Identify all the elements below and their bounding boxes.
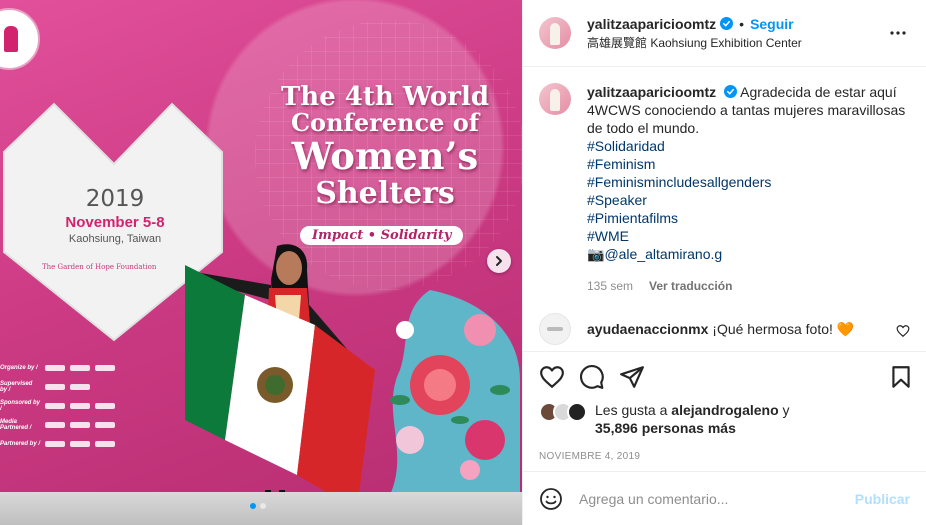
event-city: Kaohsiung, Taiwan	[68, 233, 162, 245]
more-options-button[interactable]	[886, 21, 910, 45]
title-line-4: Shelters	[315, 175, 455, 211]
camera-emoji: 📷	[587, 246, 605, 262]
hashtag-link[interactable]: #Feminism	[587, 155, 907, 173]
caption-meta: 135 sem Ver traducción	[587, 277, 907, 295]
translate-button[interactable]: Ver traducción	[649, 277, 732, 295]
carousel-next-button[interactable]	[487, 249, 511, 273]
sponsor-row: Organize by /	[0, 358, 180, 377]
hashtag-link[interactable]: #Speaker	[587, 191, 907, 209]
author-username[interactable]: yalitzaaparicioomtz	[587, 16, 716, 32]
post-sidebar: yalitzaaparicioomtz • Seguir 高雄展覽館 Kaohs…	[522, 0, 926, 525]
woman-with-flag	[185, 244, 375, 510]
sponsor-row: Partnered by /	[0, 434, 180, 453]
likes-count[interactable]: 35,896 personas más	[595, 420, 736, 436]
sponsor-label: Supervised by /	[0, 380, 33, 393]
sponsor-list: Organize by / Supervised by / Sponsored …	[0, 358, 180, 453]
sponsor-row: Media Partnered /	[0, 415, 180, 434]
separator: •	[739, 15, 745, 32]
event-info: 2019 November 5-8 Kaohsiung, Taiwan	[40, 186, 190, 245]
verified-badge-icon	[720, 17, 734, 30]
comment-like-heart-icon[interactable]	[896, 324, 910, 338]
foundation-name: The Garden of Hope Foundation	[42, 263, 157, 271]
likes-summary: Les gusta a alejandrogaleno y 35,896 per…	[523, 401, 926, 441]
caption-avatar[interactable]	[539, 83, 571, 115]
sponsor-label: Media Partnered /	[0, 418, 32, 431]
hashtag-link[interactable]: #Solidaridad	[587, 137, 907, 155]
author-info: yalitzaaparicioomtz • Seguir 高雄展覽館 Kaohs…	[587, 16, 886, 51]
orange-heart-emoji: 🧡	[836, 320, 855, 337]
comment-text: ¡Qué hermosa foto!	[712, 320, 833, 337]
event-year: 2019	[85, 186, 145, 212]
sponsor-label: Organize by /	[0, 364, 38, 371]
comment-item: ayudaenaccionmx ¡Qué hermosa foto! 🧡	[539, 313, 910, 345]
likes-prefix: Les gusta a	[595, 402, 668, 418]
title-line-3: Women’s	[291, 133, 479, 178]
floral-illustration	[390, 290, 520, 495]
emoji-picker-icon[interactable]	[539, 487, 563, 511]
conference-title: The 4th World Conference of Women’s Shel…	[260, 84, 510, 209]
likes-text: Les gusta a alejandrogaleno y 35,896 per…	[595, 401, 790, 437]
save-bookmark-icon[interactable]	[888, 364, 914, 390]
share-paper-plane-icon[interactable]	[619, 364, 645, 390]
hashtag-link[interactable]: #WME	[587, 227, 907, 245]
chevron-right-icon	[496, 256, 502, 266]
hashtag-link[interactable]: #Feminismincludesallgenders	[587, 173, 907, 191]
add-comment-bar: Publicar	[523, 471, 926, 525]
comment-input[interactable]	[579, 490, 855, 507]
title-line-2: Conference of	[290, 107, 480, 137]
more-horizontal-icon	[890, 31, 906, 35]
sponsor-row: Supervised by /	[0, 377, 180, 396]
publish-button[interactable]: Publicar	[855, 491, 910, 507]
event-dates: November 5-8	[65, 214, 165, 231]
hashtag-link[interactable]: #Pimientafilms	[587, 209, 907, 227]
mention-link[interactable]: @ale_altamirano.g	[604, 246, 722, 262]
commenter-username[interactable]: ayudaenaccionmx	[587, 321, 708, 337]
post-image[interactable]: 2019 November 5-8 Kaohsiung, Taiwan The …	[0, 0, 522, 525]
liker-username[interactable]: alejandrogaleno	[671, 402, 778, 418]
carousel-dot-active	[250, 503, 256, 509]
carousel-dot	[260, 503, 266, 509]
action-bar	[523, 351, 926, 401]
follow-button[interactable]: Seguir	[750, 16, 794, 32]
caption-username[interactable]: yalitzaaparicioomtz	[587, 84, 716, 100]
author-avatar[interactable]	[539, 17, 571, 49]
instagram-post-view: 2019 November 5-8 Kaohsiung, Taiwan The …	[0, 0, 926, 525]
post-header: yalitzaaparicioomtz • Seguir 高雄展覽館 Kaohs…	[523, 0, 926, 67]
post-location[interactable]: 高雄展覽館 Kaohsiung Exhibition Center	[587, 34, 886, 51]
commenter-avatar[interactable]	[539, 313, 571, 345]
verified-badge-icon	[724, 85, 738, 98]
post-age: 135 sem	[587, 279, 634, 293]
post-caption: yalitzaaparicioomtz Agradecida de estar …	[539, 83, 910, 295]
sponsor-label: Sponsored by /	[0, 399, 41, 412]
like-heart-icon[interactable]	[539, 364, 565, 390]
post-date[interactable]: NOVIEMBRE 4, 2019	[523, 441, 926, 471]
title-line-1: The 4th World	[280, 82, 490, 112]
liker-avatar	[567, 402, 587, 422]
sponsor-row: Sponsored by /	[0, 396, 180, 415]
comment-bubble-icon[interactable]	[579, 364, 605, 390]
likes-conjunction: y	[782, 402, 790, 418]
carousel-indicator	[250, 503, 266, 509]
liker-avatars	[539, 402, 591, 422]
comments-section[interactable]: yalitzaaparicioomtz Agradecida de estar …	[523, 67, 926, 351]
sponsor-label: Partnered by /	[0, 440, 41, 447]
